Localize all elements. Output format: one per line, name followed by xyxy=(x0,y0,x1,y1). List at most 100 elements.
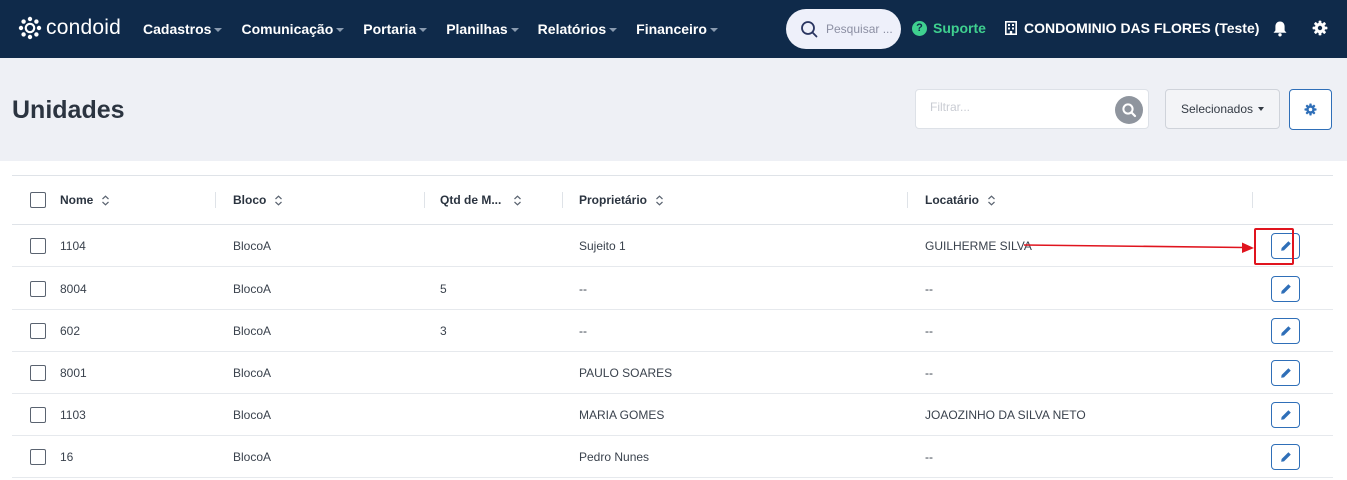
nav-item-cadastros[interactable]: Cadastros xyxy=(143,21,223,37)
row-checkbox[interactable] xyxy=(30,238,46,254)
page-title: Unidades xyxy=(12,96,125,124)
cell-qtd: 3 xyxy=(440,324,447,338)
column-divider xyxy=(1252,192,1253,208)
column-divider xyxy=(424,192,425,208)
chevron-down-icon xyxy=(214,28,223,32)
cell-bloco: BlocoA xyxy=(233,324,272,338)
page-header: Unidades Selecionados xyxy=(0,58,1347,161)
chevron-down-icon xyxy=(336,28,345,32)
pencil-icon xyxy=(1280,326,1291,336)
settings-button[interactable] xyxy=(1312,20,1328,41)
cell-bloco: BlocoA xyxy=(233,366,272,380)
sort-icon[interactable] xyxy=(513,194,522,206)
table-header: Nome Bloco Qtd de M... Proprietário Loca… xyxy=(12,175,1333,225)
global-search-input[interactable] xyxy=(826,22,898,36)
pencil-icon xyxy=(1280,368,1291,378)
nav-item-financeiro[interactable]: Financeiro xyxy=(636,21,718,37)
condoid-logo-icon xyxy=(18,16,42,40)
condominium-selector[interactable]: CONDOMINIO DAS FLORES (Teste) xyxy=(1005,20,1259,36)
nav-item-comunicacao[interactable]: Comunicação xyxy=(241,21,345,37)
select-all-checkbox[interactable] xyxy=(30,192,46,208)
nav-label: Planilhas xyxy=(446,21,508,37)
chevron-down-icon xyxy=(419,28,428,32)
edit-button[interactable] xyxy=(1271,444,1300,470)
table-row[interactable]: 8004 BlocoA 5 -- -- xyxy=(12,268,1333,310)
cell-nome: 8001 xyxy=(60,366,87,380)
edit-button[interactable] xyxy=(1271,318,1300,344)
nav-label: Cadastros xyxy=(143,21,212,37)
cell-proprietario: -- xyxy=(579,324,587,338)
column-header-nome[interactable]: Nome xyxy=(60,175,110,225)
global-search[interactable] xyxy=(786,9,901,49)
column-divider xyxy=(215,192,216,208)
gear-icon xyxy=(1312,20,1328,36)
column-header-bloco[interactable]: Bloco xyxy=(233,175,283,225)
sort-icon[interactable] xyxy=(274,194,283,206)
sort-icon[interactable] xyxy=(987,194,996,206)
search-icon xyxy=(801,21,818,38)
building-icon xyxy=(1005,21,1017,35)
cell-bloco: BlocoA xyxy=(233,282,272,296)
filter-box[interactable] xyxy=(915,89,1149,129)
cell-nome: 8004 xyxy=(60,282,87,296)
table-row[interactable]: 602 BlocoA 3 -- -- xyxy=(12,310,1333,352)
table-row[interactable]: 16 BlocoA Pedro Nunes -- xyxy=(12,436,1333,478)
column-header-proprietario[interactable]: Proprietário xyxy=(579,175,664,225)
cell-proprietario: -- xyxy=(579,282,587,296)
cell-locatario: -- xyxy=(925,366,933,380)
cell-proprietario: PAULO SOARES xyxy=(579,366,673,380)
column-label: Bloco xyxy=(233,193,267,207)
sort-icon[interactable] xyxy=(101,194,110,206)
main-menu: Cadastros Comunicação Portaria Planilhas… xyxy=(143,0,737,58)
row-checkbox[interactable] xyxy=(30,449,46,465)
cell-proprietario: MARIA GOMES xyxy=(579,408,665,422)
nav-item-portaria[interactable]: Portaria xyxy=(363,21,428,37)
row-checkbox[interactable] xyxy=(30,281,46,297)
cell-nome: 1104 xyxy=(60,239,86,253)
column-divider xyxy=(562,192,563,208)
row-checkbox[interactable] xyxy=(30,365,46,381)
nav-item-relatorios[interactable]: Relatórios xyxy=(537,21,618,37)
column-header-qtd[interactable]: Qtd de M... xyxy=(440,175,522,225)
bell-icon xyxy=(1273,21,1287,37)
search-icon xyxy=(1122,103,1137,118)
pencil-icon xyxy=(1280,410,1291,420)
notifications-button[interactable] xyxy=(1272,20,1288,42)
filter-input[interactable] xyxy=(930,100,1110,114)
table-row[interactable]: 1103 BlocoA MARIA GOMES JOAOZINHO DA SIL… xyxy=(12,394,1333,436)
column-label: Qtd de M... xyxy=(440,193,502,207)
sort-icon[interactable] xyxy=(655,194,664,206)
cell-locatario: GUILHERME SILVA xyxy=(925,239,1032,253)
table-settings-button[interactable] xyxy=(1289,89,1332,130)
condominium-name: CONDOMINIO DAS FLORES (Teste) xyxy=(1024,20,1260,36)
row-checkbox[interactable] xyxy=(30,407,46,423)
edit-button[interactable] xyxy=(1271,402,1300,428)
caret-down-icon xyxy=(1258,107,1265,111)
cell-locatario: -- xyxy=(925,324,933,338)
cell-bloco: BlocoA xyxy=(233,408,272,422)
cell-proprietario: Sujeito 1 xyxy=(579,239,626,253)
filter-search-button[interactable] xyxy=(1115,96,1143,124)
selected-actions-label: Selecionados xyxy=(1180,102,1254,116)
brand-logo[interactable]: condoid xyxy=(18,15,121,41)
nav-label: Portaria xyxy=(363,21,417,37)
column-label: Locatário xyxy=(925,193,980,207)
selected-actions-dropdown[interactable]: Selecionados xyxy=(1165,89,1280,129)
column-header-locatario[interactable]: Locatário xyxy=(925,175,996,225)
nav-label: Comunicação xyxy=(241,21,334,37)
column-divider xyxy=(907,192,908,208)
cell-locatario: JOAOZINHO DA SILVA NETO xyxy=(925,408,1086,422)
gear-icon xyxy=(1304,103,1317,116)
edit-button[interactable] xyxy=(1271,360,1300,386)
column-label: Proprietário xyxy=(579,193,648,207)
row-checkbox[interactable] xyxy=(30,323,46,339)
brand-name: condoid xyxy=(46,16,121,39)
cell-locatario: -- xyxy=(925,282,933,296)
nav-label: Relatórios xyxy=(537,21,607,37)
annotation-highlight-box xyxy=(1254,228,1294,265)
support-link[interactable]: ? Suporte xyxy=(912,20,986,36)
annotation-arrow xyxy=(1023,242,1254,253)
table-row[interactable]: 8001 BlocoA PAULO SOARES -- xyxy=(12,352,1333,394)
nav-item-planilhas[interactable]: Planilhas xyxy=(446,21,519,37)
edit-button[interactable] xyxy=(1271,276,1300,302)
